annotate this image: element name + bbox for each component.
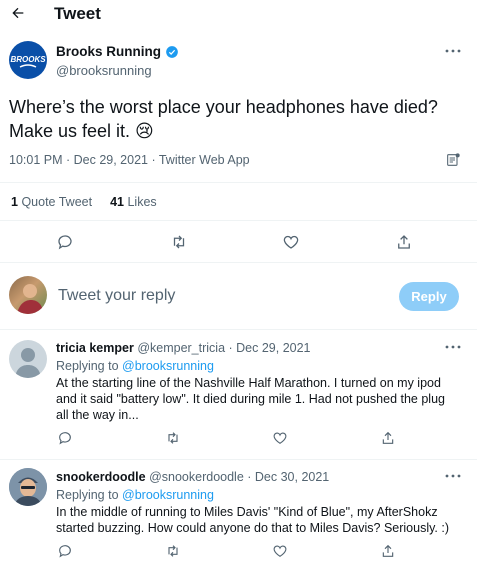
retweet-icon[interactable]: [159, 424, 187, 452]
divider: [0, 220, 477, 221]
divider: [0, 329, 477, 330]
reply-icon[interactable]: [51, 424, 79, 452]
reply-button[interactable]: Reply: [399, 282, 459, 311]
divider: [0, 182, 477, 183]
reply-date[interactable]: · Dec 29, 2021: [229, 341, 311, 355]
more-options-icon[interactable]: [439, 333, 467, 361]
share-icon[interactable]: [374, 424, 402, 452]
tweet-stats: 1 Quote Tweet 41 Likes: [11, 195, 157, 209]
like-heart-icon[interactable]: [277, 228, 305, 256]
author-handle[interactable]: @brooksrunning: [56, 63, 152, 78]
more-options-icon[interactable]: [439, 462, 467, 490]
reply-text: At the starting line of the Nashville Ha…: [56, 376, 445, 422]
reply-author-handle[interactable]: @kemper_tricia: [137, 341, 225, 355]
reply-header: snookerdoodle @snookerdoodle · Dec 30, 2…: [56, 470, 436, 484]
reply-icon[interactable]: [51, 228, 79, 256]
back-arrow-icon[interactable]: [4, 0, 32, 27]
reply-date[interactable]: · Dec 30, 2021: [247, 470, 329, 484]
tweet-meta: 10:01 PM · Dec 29, 2021 · Twitter Web Ap…: [9, 153, 250, 167]
reply-author-name[interactable]: snookerdoodle: [56, 470, 146, 484]
reply-avatar-default[interactable]: [9, 340, 47, 378]
likes-stat[interactable]: 41 Likes: [110, 195, 157, 209]
reply-header: tricia kemper @kemper_tricia · Dec 29, 2…: [56, 341, 436, 355]
brooks-logo-text: BROOKS: [10, 55, 46, 64]
brooks-logo: BROOKS: [10, 55, 46, 68]
retweet-icon[interactable]: [159, 537, 187, 565]
divider: [0, 459, 477, 460]
replying-to-link[interactable]: @brooksrunning: [122, 488, 214, 502]
reply-text: In the middle of running to Miles Davis'…: [56, 505, 450, 535]
author-name-row: Brooks Running: [56, 44, 179, 59]
tweet-text: Where’s the worst place your headphones …: [9, 97, 438, 141]
quote-tweets-stat[interactable]: 1 Quote Tweet: [11, 195, 92, 209]
replying-to: Replying to @brooksrunning: [56, 359, 214, 373]
reply-avatar-photo[interactable]: [9, 468, 47, 506]
divider: [0, 262, 477, 263]
retweet-icon[interactable]: [165, 228, 193, 256]
reply-icon[interactable]: [51, 537, 79, 565]
reply-author-name[interactable]: tricia kemper: [56, 341, 134, 355]
more-options-icon[interactable]: [439, 37, 467, 65]
share-icon[interactable]: [374, 537, 402, 565]
like-heart-icon[interactable]: [266, 424, 294, 452]
reply-author-handle[interactable]: @snookerdoodle: [149, 470, 244, 484]
like-heart-icon[interactable]: [266, 537, 294, 565]
current-user-avatar[interactable]: [9, 276, 47, 314]
author-name[interactable]: Brooks Running: [56, 44, 161, 59]
replying-to: Replying to @brooksrunning: [56, 488, 214, 502]
brooks-avatar[interactable]: BROOKS: [9, 41, 47, 79]
share-icon[interactable]: [390, 228, 418, 256]
verified-badge-icon: [166, 45, 178, 58]
reply-compose-input[interactable]: Tweet your reply: [58, 287, 175, 305]
replying-to-link[interactable]: @brooksrunning: [122, 359, 214, 373]
page-title: Tweet: [54, 4, 101, 23]
analytics-icon[interactable]: [439, 146, 467, 174]
